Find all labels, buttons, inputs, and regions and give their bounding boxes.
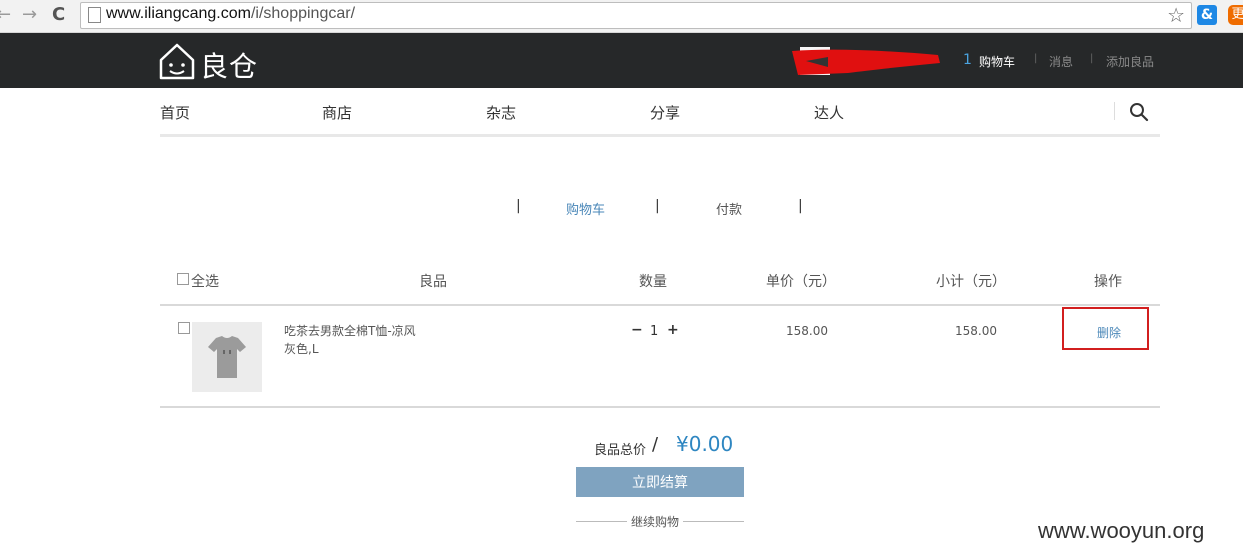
nav-item-home[interactable]: 首页 (160, 102, 190, 123)
quantity-value[interactable]: 1 (650, 324, 658, 339)
nav-item-experts[interactable]: 达人 (814, 102, 844, 123)
select-all-label[interactable]: 全选 (191, 271, 219, 291)
header-separator: | (1034, 53, 1038, 64)
nav-item-shop[interactable]: 商店 (322, 102, 352, 123)
nav-divider (1114, 102, 1115, 120)
site-header: 良仓 1 购物车 | 消息 | 添加良品 (0, 33, 1243, 88)
total-price: ¥0.00 (676, 432, 734, 456)
back-arrow-icon[interactable]: ← (0, 4, 11, 26)
header-add-goods-link[interactable]: 添加良品 (1106, 53, 1154, 70)
reload-icon[interactable]: C (52, 4, 65, 26)
extension-icon[interactable]: & (1197, 5, 1217, 25)
column-header-action: 操作 (1094, 274, 1122, 290)
step-separator: | (516, 198, 521, 214)
checkout-button[interactable]: 立即结算 (576, 467, 744, 497)
column-header-subtotal: 小计（元） (936, 274, 1006, 290)
search-icon[interactable] (1129, 102, 1149, 122)
product-variant: 灰色,L (284, 342, 319, 356)
quantity-increase-button[interactable]: + (667, 322, 679, 338)
column-header-goods: 良品 (419, 274, 447, 290)
product-name-link[interactable]: 吃茶去男款全棉T恤-凉风 (284, 322, 416, 339)
unit-price: 158.00 (786, 324, 828, 338)
address-bar[interactable]: www.iliangcang.com/i/shoppingcar/ ☆ (80, 2, 1192, 29)
checkout-steps: | 购物车 | 付款 | (0, 198, 1243, 218)
cart-count-badge[interactable]: 1 (963, 52, 972, 68)
logo-text: 良仓 (200, 50, 259, 83)
header-separator: | (1090, 53, 1094, 64)
extension-icon[interactable]: 更 (1228, 5, 1243, 25)
quantity-decrease-button[interactable]: − (631, 322, 643, 338)
nav-item-magazine[interactable]: 杂志 (486, 102, 516, 123)
item-checkbox[interactable] (178, 322, 190, 334)
browser-toolbar: ← → C www.iliangcang.com/i/shoppingcar/ … (0, 0, 1243, 33)
url-domain: www.iliangcang.com (106, 5, 251, 22)
total-label: 良品总价 (594, 443, 647, 458)
watermark: www.wooyun.org (1038, 518, 1205, 543)
url-path: /i/shoppingcar/ (250, 5, 356, 22)
step-separator: | (798, 198, 803, 214)
step-separator: | (655, 198, 660, 214)
step-pay: 付款 (716, 203, 743, 218)
redacted-username (792, 47, 940, 75)
product-thumbnail[interactable] (192, 322, 262, 392)
select-all-checkbox[interactable] (177, 273, 189, 285)
header-cart-link[interactable]: 购物车 (979, 53, 1015, 70)
site-logo[interactable]: 良仓 (158, 41, 258, 83)
tshirt-icon (208, 336, 246, 378)
continue-shopping-link[interactable]: 继续购物 (627, 513, 684, 530)
header-messages-link[interactable]: 消息 (1049, 53, 1073, 70)
nav-item-share[interactable]: 分享 (650, 102, 680, 123)
forward-arrow-icon[interactable]: → (22, 4, 37, 26)
url-text[interactable]: www.iliangcang.com/i/shoppingcar/ (106, 5, 355, 23)
column-header-unit-price: 单价（元） (766, 274, 836, 290)
delete-button[interactable]: 删除 (1097, 324, 1121, 341)
table-row: 吃茶去男款全棉T恤-凉风 灰色,L − 1 + 158.00 158.00 删除 (160, 306, 1160, 408)
table-header-row: 全选 良品 数量 单价（元） 小计（元） 操作 (160, 262, 1160, 306)
main-nav: 首页 商店 杂志 分享 达人 (160, 90, 1160, 137)
house-face-logo-icon (159, 43, 195, 80)
total-slash: / (652, 434, 659, 455)
bookmark-star-icon[interactable]: ☆ (1167, 3, 1185, 27)
page-icon (88, 7, 101, 23)
step-cart: 购物车 (566, 203, 606, 218)
column-header-quantity: 数量 (639, 274, 667, 290)
row-subtotal: 158.00 (955, 324, 997, 338)
